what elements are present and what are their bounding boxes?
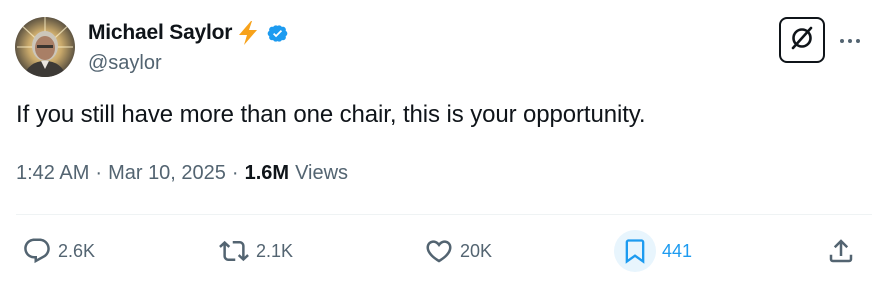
tweet-text: If you still have more than one chair, t… [16, 101, 646, 128]
avatar-image [15, 17, 75, 77]
tweet-meta: 1:42 AM · Mar 10, 2025 · 1.6M Views [16, 162, 348, 185]
like-count: 20K [460, 240, 493, 261]
repost-count: 2.1K [256, 240, 294, 261]
bookmark-count: 441 [662, 240, 693, 261]
views-label[interactable]: Views [295, 162, 348, 185]
verified-badge-icon[interactable] [266, 22, 289, 45]
reply-icon [22, 236, 52, 266]
repost-icon [218, 236, 250, 266]
grok-button[interactable] [779, 17, 825, 63]
more-options-button[interactable] [836, 28, 864, 52]
bookmark-icon [614, 230, 656, 272]
tweet-date[interactable]: Mar 10, 2025 [108, 162, 226, 185]
reply-button[interactable]: 2.6K [22, 231, 95, 271]
tweet-time[interactable]: 1:42 AM [16, 162, 89, 185]
heart-icon [424, 236, 454, 266]
grok-icon [788, 24, 816, 57]
divider [16, 214, 872, 215]
repost-button[interactable]: 2.1K [218, 231, 293, 271]
meta-separator: · [231, 162, 239, 184]
bookmark-button[interactable]: 441 [614, 230, 693, 272]
share-icon [826, 236, 856, 266]
meta-separator: · [95, 162, 103, 184]
tweet-card: Michael Saylor @saylor If you still have… [0, 0, 888, 288]
more-icon [838, 31, 862, 49]
author-name-row: Michael Saylor [88, 19, 289, 47]
avatar[interactable] [15, 17, 75, 77]
share-button[interactable] [826, 231, 856, 271]
lightning-bolt-icon [235, 20, 261, 46]
author-display-name[interactable]: Michael Saylor [88, 21, 232, 45]
author-handle[interactable]: @saylor [88, 52, 162, 75]
views-count[interactable]: 1.6M [245, 162, 289, 185]
reply-count: 2.6K [58, 240, 96, 261]
like-button[interactable]: 20K [424, 231, 492, 271]
